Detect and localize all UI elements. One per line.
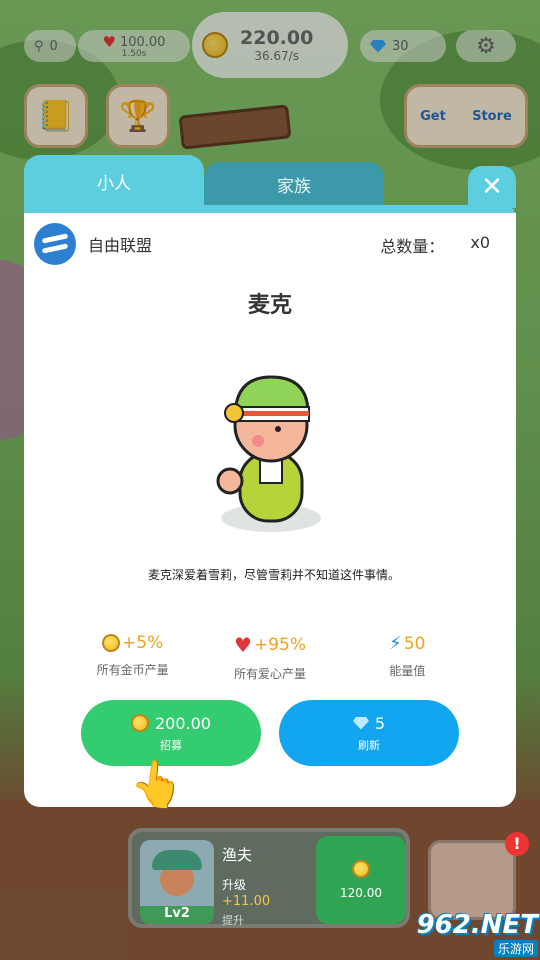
close-icon: ✕ <box>481 172 503 202</box>
coin-icon <box>102 634 121 652</box>
close-button[interactable]: ✕ <box>468 166 516 208</box>
stat-coin: +5% 所有金币产量 <box>96 633 169 677</box>
heart-icon: ♥ <box>234 633 252 657</box>
worker-avatar: Lv2 <box>140 840 214 924</box>
tutorial-pointer-icon: 👆 <box>126 755 189 814</box>
worker-card[interactable]: Lv2 渔夫 升级 +11.00 提升 120.00 <box>128 828 410 928</box>
character-description: 麦克深爱着雪莉，尽管雪莉并不知道这件事情。 <box>147 568 400 582</box>
worker-title: 渔夫 <box>222 846 253 864</box>
worker-level: Lv2 <box>140 906 214 924</box>
character-portrait <box>216 375 321 532</box>
character-name: 麦克 <box>247 293 292 318</box>
character-panel: 自由联盟 总数量： x0 麦克 麦克深爱着雪莉，尽管雪莉并不知道这件事情。 +5… <box>24 213 516 807</box>
total-value: x0 <box>470 233 490 252</box>
refresh-button[interactable]: 5 刷新 <box>279 700 459 766</box>
faction-info: 自由联盟 <box>34 223 152 265</box>
alert-badge: ! <box>505 832 529 856</box>
faction-name: 自由联盟 <box>88 236 153 255</box>
team-button[interactable] <box>428 840 516 920</box>
recruit-button[interactable]: 200.00 招募 <box>81 700 261 766</box>
tab-characters[interactable]: 小人 <box>24 155 204 207</box>
tab-family[interactable]: 家族 <box>204 162 384 207</box>
faction-logo-icon <box>34 223 76 265</box>
coin-icon <box>131 714 149 732</box>
watermark: 962.NET 乐游网 <box>416 910 538 957</box>
stat-heart: ♥ +95% 所有爱心产量 <box>233 633 306 681</box>
worker-promote-label: 提升 <box>222 914 244 927</box>
total-count: 总数量： x0 <box>380 233 490 257</box>
worker-upgrade-button[interactable]: 120.00 <box>316 836 406 924</box>
stats-row: +5% 所有金币产量 ♥ +95% 所有爱心产量 ⚡ 50 能量值 <box>24 633 516 682</box>
coin-icon <box>352 860 370 878</box>
lightning-icon: ⚡ <box>389 633 402 654</box>
stat-energy: ⚡ 50 能量值 <box>389 633 426 678</box>
worker-bonus: +11.00 <box>222 894 271 909</box>
worker-upgrade-label: 升级 <box>222 878 247 892</box>
gem-icon <box>352 716 369 730</box>
total-label: 总数量： <box>380 237 445 256</box>
